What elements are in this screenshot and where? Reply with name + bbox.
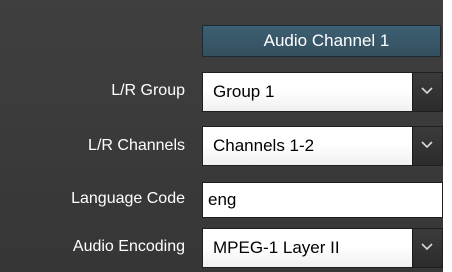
- lr-group-value: Group 1: [213, 82, 275, 101]
- lr-channels-label: L/R Channels: [88, 137, 185, 154]
- audio-encoding-select[interactable]: MPEG-1 Layer II: [202, 228, 443, 268]
- audio-encoding-value: MPEG-1 Layer II: [213, 238, 340, 257]
- language-code-value: eng: [208, 190, 237, 209]
- audio-encoding-label: Audio Encoding: [72, 238, 185, 255]
- chevron-down-icon: [421, 243, 433, 251]
- language-code-label: Language Code: [71, 190, 185, 207]
- audio-encoding-dropdown-button[interactable]: [412, 229, 442, 267]
- lr-group-select[interactable]: Group 1: [202, 72, 443, 112]
- audio-channel-panel: Audio Channel 1 L/R Group Group 1 L/R Ch…: [0, 0, 443, 272]
- language-code-input[interactable]: eng: [202, 182, 443, 218]
- lr-channels-select[interactable]: Channels 1-2: [202, 126, 443, 166]
- column-header: Audio Channel 1: [202, 25, 441, 57]
- chevron-down-icon: [421, 87, 433, 95]
- lr-channels-value: Channels 1-2: [213, 136, 315, 155]
- lr-group-dropdown-button[interactable]: [412, 73, 442, 111]
- chevron-down-icon: [421, 141, 433, 149]
- lr-channels-dropdown-button[interactable]: [412, 127, 442, 165]
- lr-group-label: L/R Group: [111, 82, 185, 99]
